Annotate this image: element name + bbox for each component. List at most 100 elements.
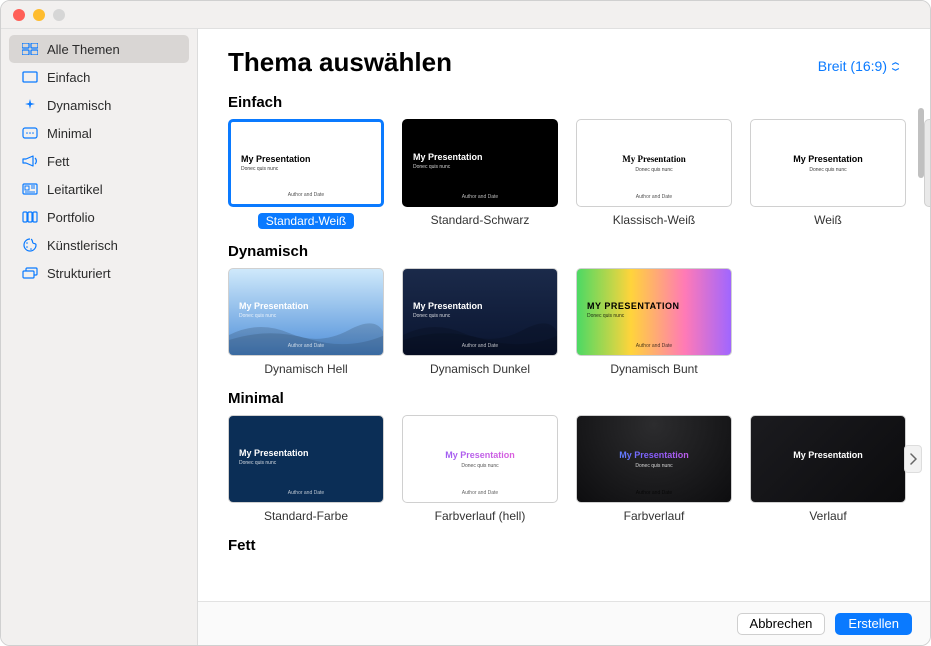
sparkle-icon [21,98,39,112]
thumb-subtitle: Donec quis nunc [577,463,731,469]
theme-farbverlauf-hell-[interactable]: My PresentationDonec quis nuncAuthor and… [402,415,558,523]
thumb-title: My Presentation [751,450,905,460]
sidebar-item-portfolio[interactable]: Portfolio [9,203,189,231]
theme-thumbnail[interactable]: My Presentation Donec quis nunc Author and… [228,119,384,207]
chevron-right-icon [909,453,917,465]
sidebar-item-label: Leitartikel [47,182,103,197]
sidebar-item-label: Strukturiert [47,266,111,281]
theme-name: Dynamisch Hell [264,362,347,376]
theme-thumbnail[interactable]: My PresentationDonec quis nuncAuthor and… [228,268,384,356]
section-fett: Fett [228,537,930,562]
theme-name: Dynamisch Bunt [610,362,697,376]
window-minimize-button[interactable] [33,9,45,21]
megaphone-icon [21,154,39,168]
theme-standard-farbe[interactable]: My PresentationDonec quis nuncAuthor and… [228,415,384,523]
thumb-author: Author and Date [577,490,731,496]
sidebar-item-label: Dynamisch [47,98,111,113]
theme-name: Verlauf [809,509,846,523]
theme-standard-wei-[interactable]: My Presentation Donec quis nunc Author and… [228,119,384,229]
sidebar-item-label: Portfolio [47,210,95,225]
partial-next-theme[interactable] [924,119,930,207]
theme-name: Dynamisch Dunkel [430,362,530,376]
window-body: Alle Themen Einfach Dynamisch Minimal Fett Le… [1,29,930,645]
thumb-title: My Presentation [239,301,309,311]
thumb-author: Author and Date [403,343,557,349]
main-panel: Thema auswählen Breit (16:9) EinfachMy P… [198,29,930,645]
header: Thema auswählen Breit (16:9) [198,29,930,80]
theme-name: Farbverlauf [624,509,685,523]
theme-dynamisch-bunt[interactable]: MY PRESENTATIONDonec quis nuncAuthor and… [576,268,732,376]
section-minimal: MinimalMy PresentationDonec quis nuncAut… [228,390,930,523]
section-title: Minimal [228,390,930,407]
thumb-author: Author and Date [231,192,381,198]
theme-thumbnail[interactable]: My Presentation Donec quis nunc [750,119,906,207]
theme-row: My Presentation Donec quis nunc Author and… [228,119,930,229]
sidebar-item-alle-themen[interactable]: Alle Themen [9,35,189,63]
sidebar-item-fett[interactable]: Fett [9,147,189,175]
thumb-title: My Presentation [413,301,483,311]
theme-name: Standard-Weiß [258,213,354,229]
theme-standard-schwarz[interactable]: My PresentationDonec quis nuncAuthor and… [402,119,558,229]
thumb-title: My Presentation [241,154,311,164]
cancel-button[interactable]: Abbrechen [737,613,826,635]
sidebar-item-label: Fett [47,154,69,169]
row-next-arrow[interactable] [904,445,922,473]
theme-name: Standard-Schwarz [431,213,530,227]
theme-thumbnail[interactable]: My PresentationDonec quis nuncAuthor and… [402,415,558,503]
section-title: Fett [228,537,930,554]
thumb-title: My Presentation [751,154,905,164]
create-button[interactable]: Erstellen [835,613,912,635]
thumb-subtitle: Donec quis nunc [241,166,311,172]
grid-icon [21,42,39,56]
aspect-ratio-dropdown[interactable]: Breit (16:9) [818,58,900,74]
sidebar-item-leitartikel[interactable]: Leitartikel [9,175,189,203]
theme-farbverlauf[interactable]: My PresentationDonec quis nuncAuthor and… [576,415,732,523]
sidebar-item-label: Künstlerisch [47,238,118,253]
theme-name: Klassisch-Weiß [613,213,695,227]
sidebar-item-label: Einfach [47,70,90,85]
thumb-subtitle: Donec quis nunc [577,167,731,173]
theme-thumbnail[interactable]: My Presentation [750,415,906,503]
theme-chooser-window: Alle Themen Einfach Dynamisch Minimal Fett Le… [0,0,931,646]
dots-icon [21,126,39,140]
sidebar: Alle Themen Einfach Dynamisch Minimal Fett Le… [1,29,198,645]
page-title: Thema auswählen [228,47,452,78]
theme-dynamisch-hell[interactable]: My PresentationDonec quis nuncAuthor and… [228,268,384,376]
columns-icon [21,210,39,224]
thumb-subtitle: Donec quis nunc [413,164,483,170]
thumb-title: My Presentation [403,450,557,460]
theme-thumbnail[interactable]: My PresentationDonec quis nuncAuthor and… [228,415,384,503]
footer: Abbrechen Erstellen [198,601,930,645]
thumb-subtitle: Donec quis nunc [751,167,905,173]
theme-name: Standard-Farbe [264,509,348,523]
thumb-author: Author and Date [577,343,731,349]
palette-icon [21,238,39,252]
window-zoom-button [53,9,65,21]
thumb-author: Author and Date [403,194,557,200]
thumb-title: MY PRESENTATION [587,301,680,311]
theme-thumbnail[interactable]: My PresentationDonec quis nuncAuthor and… [576,415,732,503]
sidebar-item-minimal[interactable]: Minimal [9,119,189,147]
thumb-subtitle: Donec quis nunc [413,313,483,319]
section-dynamisch: Dynamisch My Presentation Donec quis nunc A… [228,243,930,376]
article-icon [21,182,39,196]
sidebar-item-strukturiert[interactable]: Strukturiert [9,259,189,287]
theme-thumbnail[interactable]: MY PRESENTATIONDonec quis nuncAuthor and… [576,268,732,356]
thumb-subtitle: Donec quis nunc [403,463,557,469]
scrollbar-thumb[interactable] [918,108,924,178]
sidebar-item-künstlerisch[interactable]: Künstlerisch [9,231,189,259]
theme-thumbnail[interactable]: My Presentation Donec quis nunc Author and… [402,268,558,356]
thumb-subtitle: Donec quis nunc [239,313,309,319]
theme-name: Weiß [814,213,842,227]
section-title: Dynamisch [228,243,930,260]
theme-wei-[interactable]: My Presentation Donec quis nunc Weiß [750,119,906,229]
theme-thumbnail[interactable]: My PresentationDonec quis nuncAuthor and… [402,119,558,207]
layers-icon [21,266,39,280]
sidebar-item-dynamisch[interactable]: Dynamisch [9,91,189,119]
theme-klassisch-wei-[interactable]: My PresentationDonec quis nuncAuthor and… [576,119,732,229]
sidebar-item-einfach[interactable]: Einfach [9,63,189,91]
theme-thumbnail[interactable]: My PresentationDonec quis nuncAuthor and… [576,119,732,207]
window-close-button[interactable] [13,9,25,21]
theme-dynamisch-dunkel[interactable]: My Presentation Donec quis nunc Author and… [402,268,558,376]
theme-verlauf[interactable]: My Presentation Verlauf [750,415,906,523]
